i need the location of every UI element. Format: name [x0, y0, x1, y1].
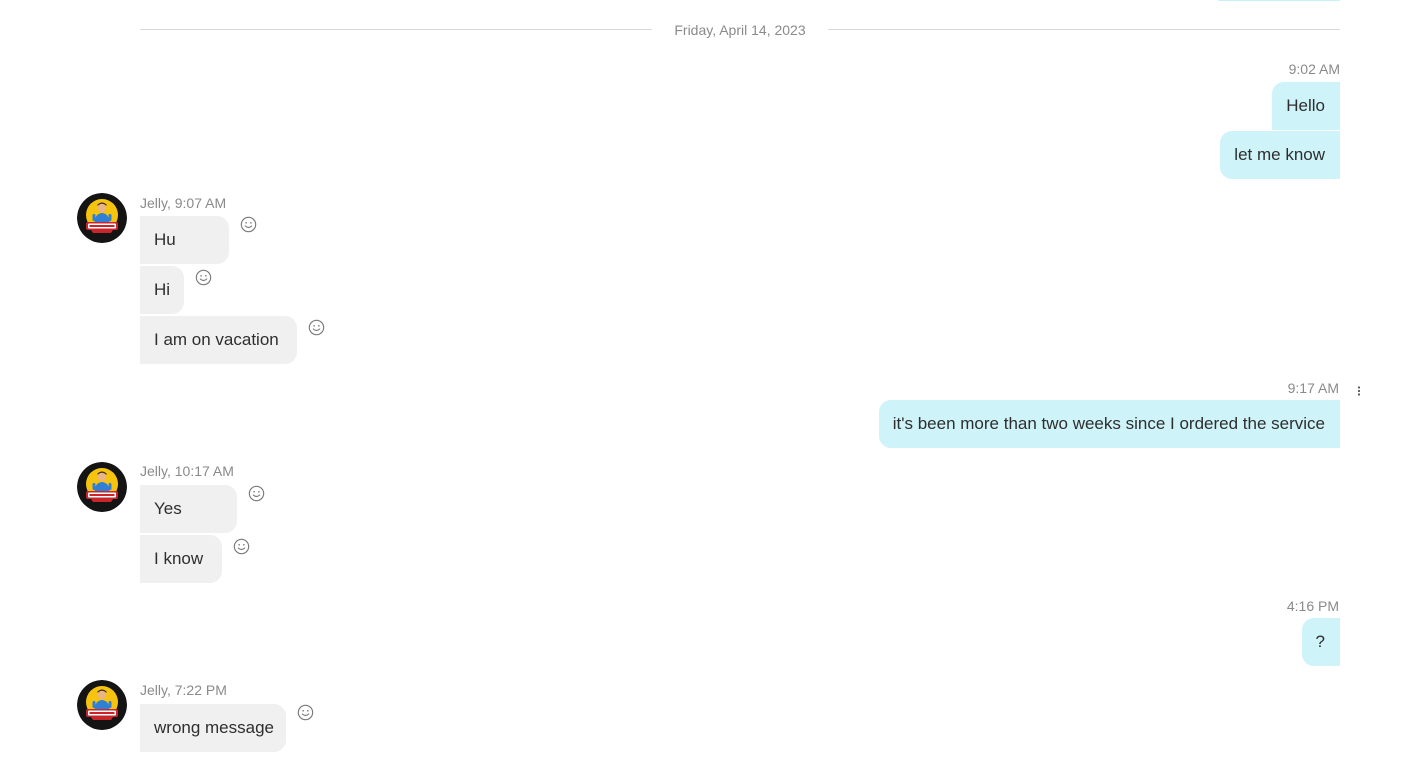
outgoing-message[interactable]: Hello [1272, 82, 1340, 130]
incoming-message[interactable]: wrong message [140, 704, 286, 752]
incoming-message[interactable]: Hu [140, 216, 229, 264]
message-timestamp: 9:02 AM [1288, 61, 1340, 77]
incoming-message[interactable]: I am on vacation [140, 316, 297, 364]
chat-history: Friday, April 14, 2023 9:02 AM Hello let… [0, 0, 1425, 767]
smiley-icon[interactable] [233, 538, 250, 555]
smiley-icon[interactable] [297, 704, 314, 721]
smiley-icon[interactable] [195, 269, 212, 286]
message-timestamp: 4:16 PM [1286, 598, 1339, 614]
smiley-icon[interactable] [308, 319, 325, 336]
avatar-jelly-bean-logo-icon [77, 680, 127, 730]
outgoing-message[interactable]: let me know [1220, 131, 1340, 179]
sender-time-header: Jelly, 7:22 PM [140, 682, 227, 698]
contact-avatar[interactable] [77, 193, 127, 243]
avatar-jelly-bean-logo-icon [77, 462, 127, 512]
outgoing-message[interactable]: ? [1301, 618, 1340, 666]
date-label: Friday, April 14, 2023 [674, 22, 806, 38]
incoming-message[interactable]: Yes [140, 485, 237, 533]
divider-line [140, 29, 652, 30]
message-timestamp: 9:17 AM [1287, 380, 1339, 396]
incoming-message[interactable]: I know [140, 535, 222, 583]
sender-time-header: Jelly, 9:07 AM [140, 195, 227, 211]
previous-message-bubble-edge [1218, 0, 1340, 1]
outgoing-message[interactable]: it's been more than two weeks since I or… [878, 400, 1340, 448]
date-divider: Friday, April 14, 2023 [140, 20, 1340, 40]
avatar-jelly-bean-logo-icon [77, 193, 127, 243]
contact-avatar[interactable] [77, 680, 127, 730]
smiley-icon[interactable] [248, 485, 265, 502]
incoming-message[interactable]: Hi [140, 266, 184, 314]
sender-time-header: Jelly, 10:17 AM [140, 463, 234, 479]
divider-line [828, 29, 1340, 30]
contact-avatar[interactable] [77, 462, 127, 512]
more-vertical-icon[interactable] [1353, 383, 1365, 399]
smiley-icon[interactable] [240, 216, 257, 233]
